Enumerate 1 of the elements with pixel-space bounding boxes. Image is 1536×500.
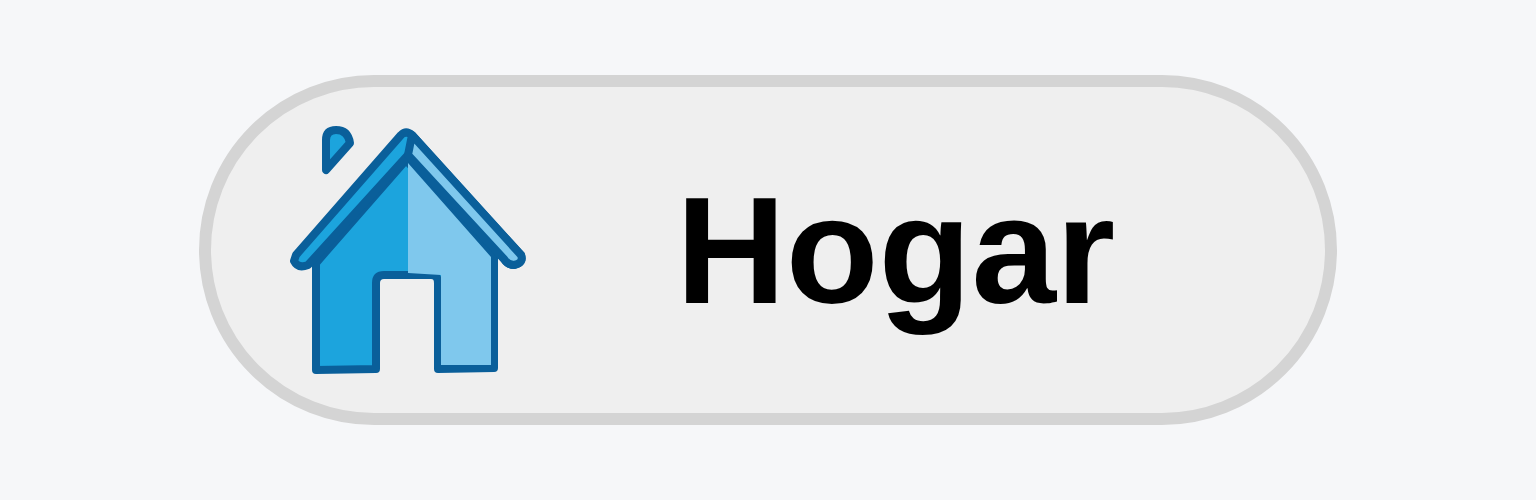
home-button[interactable]: Hogar: [199, 75, 1337, 425]
